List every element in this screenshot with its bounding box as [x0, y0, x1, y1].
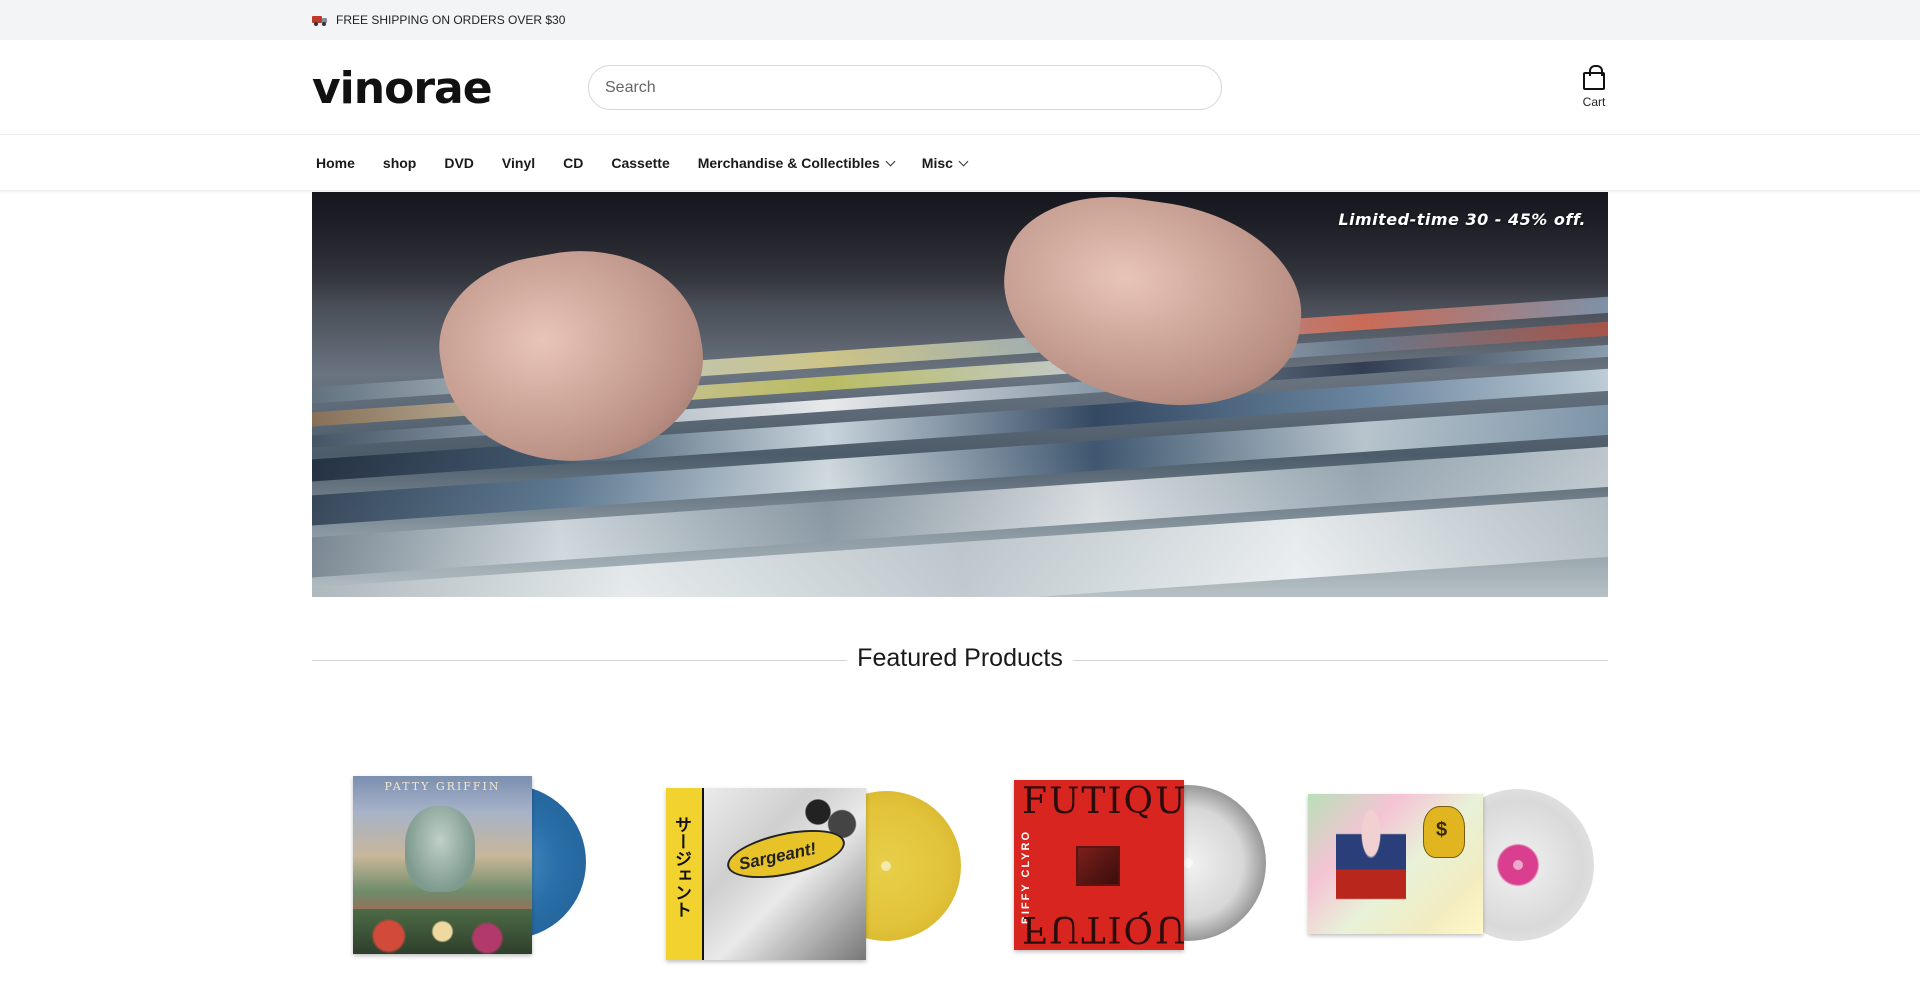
shopping-bag-icon [1583, 65, 1605, 90]
money-bag-icon: $ [1423, 806, 1465, 858]
album-cover[interactable]: PATTY GRIFFIN [353, 776, 532, 954]
nav-item-label: Misc [921, 155, 953, 171]
product-card[interactable]: サージェント Sargeant! [636, 745, 961, 993]
nav-item-label: CD [563, 155, 584, 171]
nav-item-label: Home [316, 155, 355, 171]
nav-item-label: shop [382, 155, 417, 171]
product-card[interactable]: $ [1284, 745, 1608, 993]
chevron-down-icon [885, 156, 896, 166]
cover-title: FUTIQUE [1022, 781, 1184, 822]
dollar-sign: $ [1436, 819, 1448, 841]
cover-title: PATTY GRIFFIN [384, 780, 501, 793]
nav-item-label: DVD [444, 155, 474, 171]
nav-item-shop[interactable]: shop [379, 155, 428, 171]
divider [1072, 659, 1609, 661]
nav-item-label: Merchandise & Collectibles [697, 155, 880, 171]
nav-item-misc[interactable]: Misc [918, 155, 979, 171]
truck-icon [312, 15, 328, 26]
nav-item-label: Vinyl [501, 155, 536, 171]
chevron-down-icon [958, 156, 969, 166]
featured-products-heading: Featured Products [312, 640, 1609, 676]
site-header: vinorae Cart [0, 40, 1920, 135]
nav-item-dvd[interactable]: DVD [440, 155, 486, 171]
nav-item-cassette[interactable]: Cassette [607, 155, 681, 171]
hero-banner[interactable]: Limited-time 30 - 45% off. [312, 192, 1608, 597]
nav-item-home[interactable]: Home [312, 155, 367, 171]
section-title: Featured Products [857, 643, 1063, 672]
cover-title-mirrored: FUTIQUE [1022, 908, 1184, 949]
nav-item-label: Cassette [611, 155, 670, 171]
product-grid: PATTY GRIFFIN サージェント Sargeant! FUTIQUE B… [312, 745, 1608, 993]
hero-promo-text: Limited-time 30 - 45% off. [1338, 210, 1586, 229]
cart-button[interactable]: Cart [1580, 64, 1608, 109]
nav-item-merchandise[interactable]: Merchandise & Collectibles [694, 155, 906, 171]
announcement-text: FREE SHIPPING ON ORDERS OVER $30 [336, 13, 566, 27]
product-card[interactable]: PATTY GRIFFIN [312, 745, 636, 993]
nav-item-vinyl[interactable]: Vinyl [498, 155, 547, 171]
nav-item-cd[interactable]: CD [559, 155, 595, 171]
obi-strip: サージェント [666, 788, 704, 960]
site-logo[interactable]: vinorae [312, 66, 588, 111]
album-cover[interactable]: $ [1308, 794, 1483, 934]
search-bar[interactable] [588, 65, 1222, 110]
product-card[interactable]: FUTIQUE BIFFY CLYRO FUTIQUE [960, 745, 1284, 993]
main-nav: Home shop DVD Vinyl CD Cassette Merchand… [0, 135, 1920, 191]
divider [312, 659, 848, 661]
search-input[interactable] [605, 78, 1205, 97]
announcement-bar: FREE SHIPPING ON ORDERS OVER $30 [0, 0, 1920, 40]
album-cover[interactable]: FUTIQUE BIFFY CLYRO FUTIQUE [1014, 780, 1184, 950]
cart-label: Cart [1582, 95, 1606, 109]
obi-text: サージェント [672, 816, 691, 918]
album-cover[interactable]: サージェント Sargeant! [666, 788, 866, 960]
cover-title: Sargeant! [737, 838, 818, 874]
